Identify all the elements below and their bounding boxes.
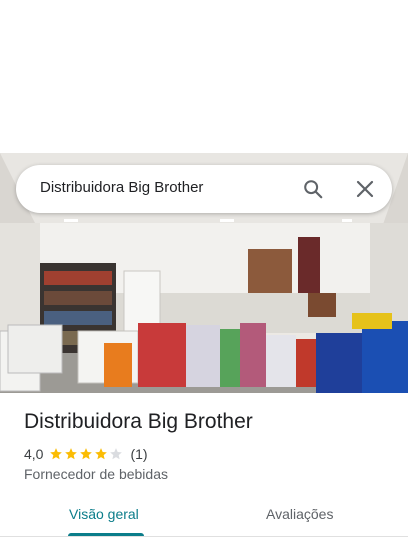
review-count[interactable]: (1) [130,446,147,462]
search-input[interactable]: Distribuidora Big Brother [40,179,203,196]
rating-row[interactable]: 4,0 (1) [24,445,148,463]
search-icon[interactable] [302,178,324,200]
place-category[interactable]: Fornecedor de bebidas [24,466,168,482]
tabs-divider [0,536,408,537]
rating-value: 4,0 [24,446,44,462]
rating-stars [49,447,124,461]
star-icon [95,448,108,460]
star-icon [50,448,63,460]
tab-overview[interactable]: Visão geral [69,506,139,522]
close-icon[interactable] [355,179,375,199]
place-title: Distribuidora Big Brother [24,410,253,433]
search-bar[interactable]: Distribuidora Big Brother [16,165,392,213]
star-icon [110,448,123,460]
star-icon [65,448,78,460]
star-icon [80,448,93,460]
tab-reviews[interactable]: Avaliações [266,506,333,522]
